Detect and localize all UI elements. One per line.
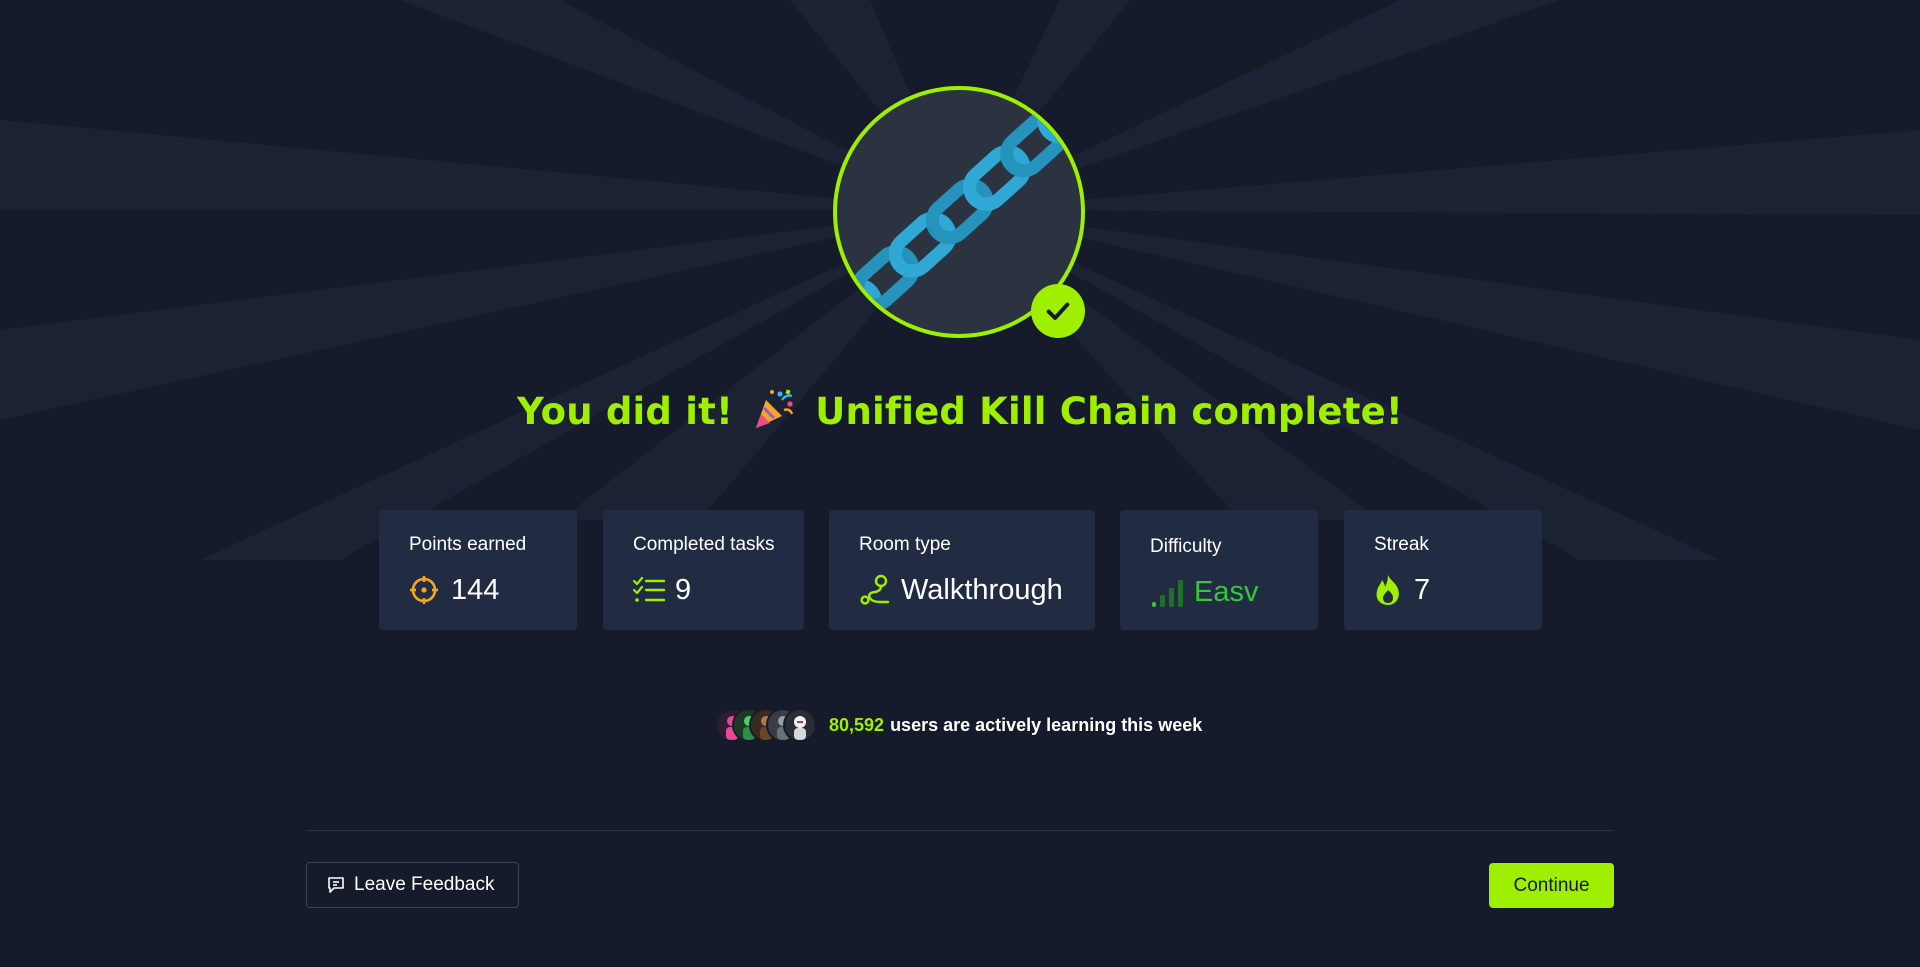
avatar-stack [715,708,817,742]
target-icon [410,576,438,604]
leave-feedback-label: Leave Feedback [354,874,495,895]
route-icon [860,574,890,605]
stat-value: 9 [675,574,692,606]
completion-headline: You did it! Unified Kill Chain complete! [0,386,1920,433]
stat-label: Points earned [409,534,527,555]
stat-label: Difficulty [1150,536,1222,557]
stat-card-streak: Streak 7 [1344,510,1542,630]
footer-divider [306,830,1614,831]
checklist-icon [633,576,665,602]
learners-text: users are actively learning this week [890,714,1203,735]
feedback-icon [328,877,344,893]
stat-label: Completed tasks [633,534,775,555]
stat-label: Room type [859,534,951,555]
headline-prefix: You did it! [517,390,734,433]
avatar [783,708,817,742]
leave-feedback-button[interactable]: Leave Feedback [306,862,519,908]
active-learners: 80,592 users are actively learning this … [715,708,1202,742]
stat-value: 7 [1414,574,1431,606]
stat-card-room-type: Room type Walkthrough [829,510,1095,630]
stat-card-points: Points earned 144 [379,510,577,630]
stat-value: 144 [451,574,500,606]
completion-page: You did it! Unified Kill Chain complete!… [0,0,1920,967]
room-badge [833,86,1085,338]
signal-bars-icon [1152,580,1183,607]
continue-label: Continue [1513,874,1590,896]
stat-value: Walkthrough [901,574,1063,606]
stat-label: Streak [1374,534,1429,555]
checkmark-icon [1031,284,1085,338]
headline-suffix: Unified Kill Chain complete! [815,390,1403,433]
stat-value: Easv [1194,576,1259,608]
continue-button[interactable]: Continue [1489,863,1614,908]
party-popper-icon [756,389,794,428]
flame-icon [1376,575,1399,605]
stat-card-difficulty: Difficulty Easv [1120,510,1318,630]
stat-card-tasks: Completed tasks 9 [603,510,804,630]
learners-count: 80,592 [829,714,885,735]
